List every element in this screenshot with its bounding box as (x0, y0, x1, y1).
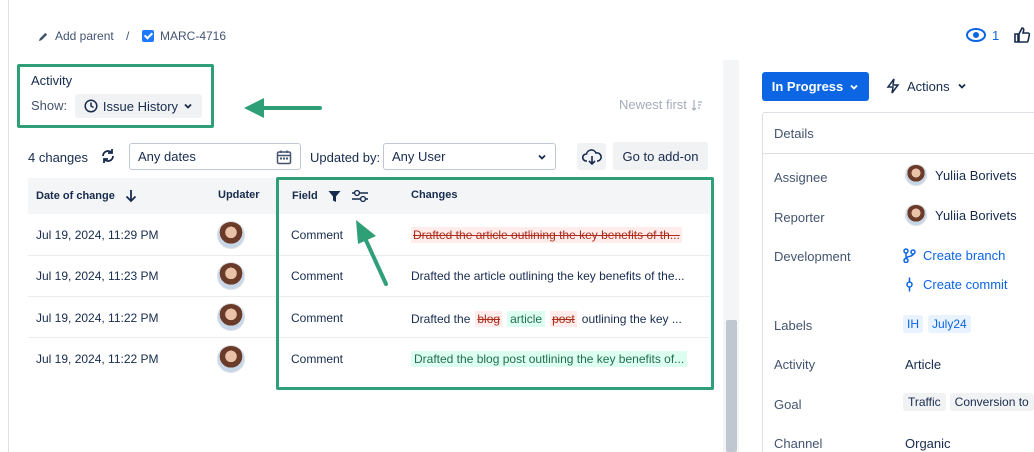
create-commit-link[interactable]: Create commit (903, 277, 1008, 292)
dates-input[interactable]: Any dates (129, 143, 301, 170)
go-to-addon-button[interactable]: Go to add-on (613, 142, 708, 170)
lightning-icon (886, 78, 900, 94)
create-branch-link[interactable]: Create branch (903, 248, 1005, 263)
watch-button[interactable]: 1 (966, 27, 999, 43)
branch-icon (903, 248, 916, 263)
changes-count: 4 changes (28, 150, 88, 165)
goal-tag: Conversion to (949, 393, 1034, 411)
annotation-arrow-up (356, 220, 388, 286)
details-title: Details (774, 126, 814, 141)
goal-field[interactable]: Traffic Conversion to (903, 393, 1034, 411)
avatar (217, 303, 245, 331)
thumbs-up-icon (1014, 27, 1031, 43)
reporter-label: Reporter (774, 210, 825, 225)
task-type-icon (142, 30, 154, 42)
avatar (217, 345, 245, 373)
dates-value: Any dates (138, 149, 196, 164)
row-date: Jul 19, 2024, 11:23 PM (36, 269, 159, 283)
add-parent-label: Add parent (55, 29, 114, 43)
goal-tag: Traffic (903, 393, 946, 411)
user-select[interactable]: Any User (383, 143, 556, 170)
assignee-label: Assignee (774, 170, 828, 185)
avatar (905, 164, 927, 186)
refresh-icon[interactable] (99, 147, 117, 165)
channel-label: Channel (774, 436, 823, 451)
activity-field-label: Activity (774, 357, 816, 372)
sort-label: Newest first (619, 97, 687, 112)
label-tag[interactable]: July24 (928, 315, 971, 333)
like-button[interactable] (1013, 26, 1031, 49)
development-label: Development (774, 249, 851, 264)
labels-field[interactable]: IH July24 (903, 315, 971, 333)
updated-by-label: Updated by: (310, 150, 381, 165)
row-date: Jul 19, 2024, 11:22 PM (36, 352, 159, 366)
avatar (905, 204, 927, 226)
issue-key: MARC-4716 (160, 29, 227, 43)
chevron-down-icon (538, 154, 546, 160)
chevron-down-icon (850, 84, 858, 90)
date-column-header[interactable]: Date of change (36, 189, 137, 203)
labels-label: Labels (774, 318, 813, 333)
row-date: Jul 19, 2024, 11:22 PM (36, 311, 159, 325)
download-button[interactable] (577, 143, 606, 170)
reporter-field[interactable]: Yuliia Borivets (905, 204, 1017, 226)
avatar (217, 262, 245, 290)
pencil-icon (38, 32, 48, 41)
annotation-box-changes (276, 177, 714, 390)
breadcrumb-separator: / (126, 29, 130, 43)
chevron-down-icon (958, 83, 966, 89)
sort-toggle[interactable]: Newest first (619, 97, 703, 112)
annotation-arrow-left (244, 98, 322, 118)
row-date: Jul 19, 2024, 11:29 PM (36, 228, 159, 242)
goal-label: Goal (774, 397, 802, 412)
annotation-box-show (17, 64, 214, 128)
status-button[interactable]: In Progress (762, 72, 869, 101)
scrollbar-thumb[interactable] (726, 320, 737, 452)
commit-icon (906, 277, 913, 292)
calendar-icon (276, 150, 292, 164)
avatar (217, 221, 245, 249)
activity-field-value[interactable]: Article (905, 357, 941, 372)
watch-count: 1 (992, 27, 1000, 43)
updater-column-header: Updater (218, 189, 260, 201)
sort-icon (691, 99, 702, 111)
cloud-download-icon (581, 148, 602, 165)
user-value: Any User (392, 149, 446, 164)
arrow-down-icon (125, 190, 136, 203)
add-parent-link[interactable]: Add parent (38, 29, 114, 43)
panel-border (8, 0, 9, 452)
channel-value[interactable]: Organic (905, 436, 951, 451)
label-tag[interactable]: IH (903, 315, 923, 333)
eye-icon (966, 28, 986, 42)
assignee-field[interactable]: Yuliia Borivets (905, 164, 1017, 186)
actions-button[interactable]: Actions (886, 78, 967, 94)
issue-key-link[interactable]: MARC-4716 (142, 29, 226, 43)
